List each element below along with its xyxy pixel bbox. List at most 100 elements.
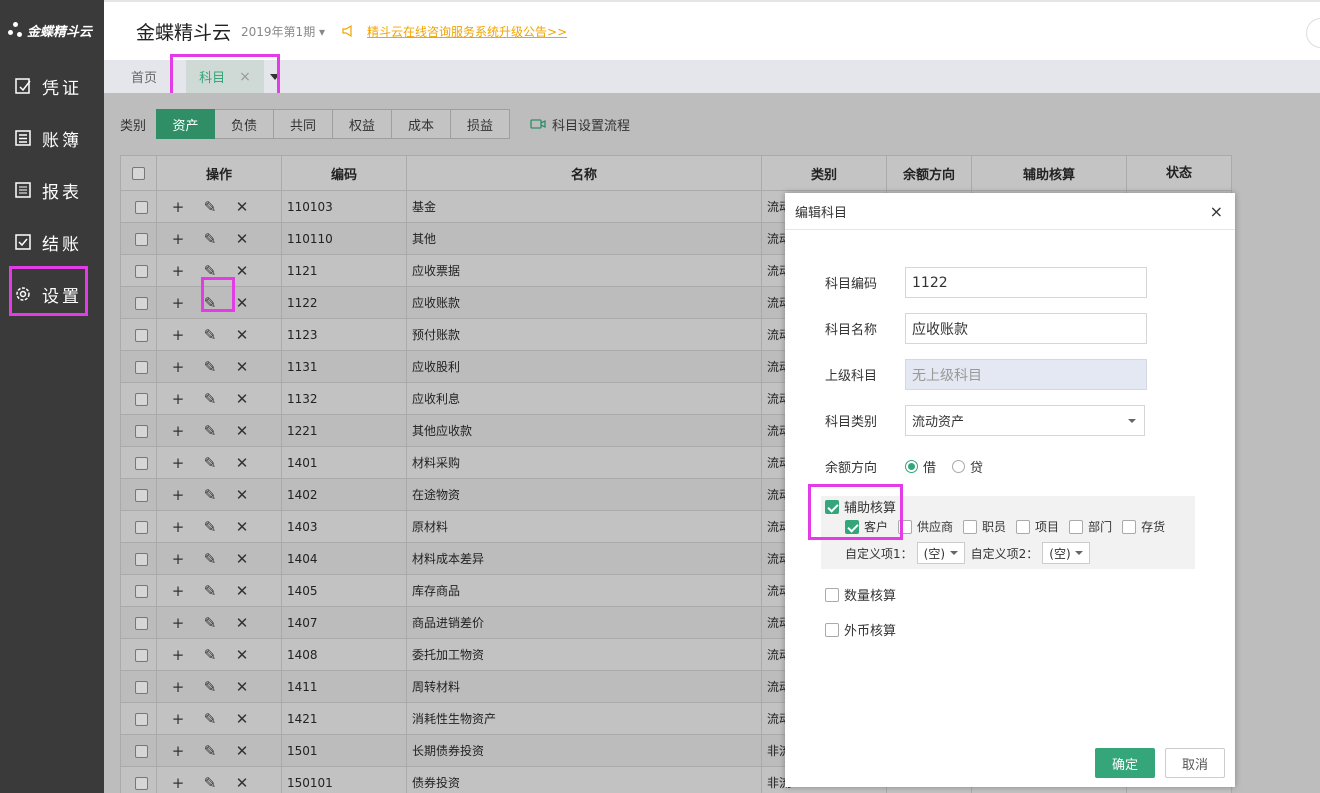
add-icon[interactable]: + xyxy=(162,422,194,440)
custom1-select[interactable]: (空) xyxy=(916,542,965,564)
pencil-icon[interactable]: ✎ xyxy=(194,262,226,280)
add-icon[interactable]: + xyxy=(162,198,194,216)
sidebar-item-ledger[interactable]: 账簿 xyxy=(0,112,104,164)
category-common[interactable]: 共同 xyxy=(274,109,333,139)
pencil-icon[interactable]: ✎ xyxy=(194,678,226,696)
delete-icon[interactable]: ✕ xyxy=(226,262,258,280)
fx-checkbox[interactable]: 外币核算 xyxy=(825,620,896,639)
row-checkbox[interactable] xyxy=(120,414,157,447)
row-checkbox[interactable] xyxy=(120,766,157,793)
row-checkbox[interactable] xyxy=(120,254,157,287)
delete-icon[interactable]: ✕ xyxy=(226,614,258,632)
delete-icon[interactable]: ✕ xyxy=(226,198,258,216)
add-icon[interactable]: + xyxy=(162,742,194,760)
row-checkbox[interactable] xyxy=(120,670,157,703)
code-input[interactable]: 1122 xyxy=(905,267,1147,298)
pencil-icon[interactable]: ✎ xyxy=(194,646,226,664)
add-icon[interactable]: + xyxy=(162,678,194,696)
custom2-select[interactable]: (空) xyxy=(1042,542,1091,564)
add-icon[interactable]: + xyxy=(162,262,194,280)
confirm-button[interactable]: 确定 xyxy=(1095,748,1155,778)
category-asset[interactable]: 资产 xyxy=(156,109,215,139)
select-all-checkbox[interactable] xyxy=(120,155,157,191)
pencil-icon[interactable]: ✎ xyxy=(194,294,226,312)
delete-icon[interactable]: ✕ xyxy=(226,710,258,728)
row-checkbox[interactable] xyxy=(120,350,157,383)
delete-icon[interactable]: ✕ xyxy=(226,518,258,536)
category-liability[interactable]: 负债 xyxy=(215,109,274,139)
add-icon[interactable]: + xyxy=(162,358,194,376)
row-checkbox[interactable] xyxy=(120,446,157,479)
pencil-icon[interactable]: ✎ xyxy=(194,742,226,760)
aux-checkbox[interactable]: 辅助核算 xyxy=(825,497,896,516)
row-checkbox[interactable] xyxy=(120,574,157,607)
sidebar-item-checkout[interactable]: 结账 xyxy=(0,216,104,268)
row-checkbox[interactable] xyxy=(120,222,157,255)
delete-icon[interactable]: ✕ xyxy=(226,486,258,504)
delete-icon[interactable]: ✕ xyxy=(226,422,258,440)
aux-inventory[interactable]: 存货 xyxy=(1122,518,1165,535)
radio-debit[interactable]: 借 xyxy=(905,457,936,476)
aux-project[interactable]: 项目 xyxy=(1016,518,1059,535)
row-checkbox[interactable] xyxy=(120,510,157,543)
delete-icon[interactable]: ✕ xyxy=(226,294,258,312)
aux-department[interactable]: 部门 xyxy=(1069,518,1112,535)
delete-icon[interactable]: ✕ xyxy=(226,742,258,760)
pencil-icon[interactable]: ✎ xyxy=(194,774,226,792)
pencil-icon[interactable]: ✎ xyxy=(194,358,226,376)
row-checkbox[interactable] xyxy=(120,638,157,671)
add-icon[interactable]: + xyxy=(162,774,194,792)
category-equity[interactable]: 权益 xyxy=(333,109,392,139)
row-checkbox[interactable] xyxy=(120,478,157,511)
add-icon[interactable]: + xyxy=(162,582,194,600)
delete-icon[interactable]: ✕ xyxy=(226,774,258,792)
category-cost[interactable]: 成本 xyxy=(392,109,451,139)
tab-subject[interactable]: 科目 × xyxy=(186,60,264,93)
setup-flow-link[interactable]: 科目设置流程 xyxy=(530,115,630,134)
pencil-icon[interactable]: ✎ xyxy=(194,614,226,632)
pencil-icon[interactable]: ✎ xyxy=(194,550,226,568)
pencil-icon[interactable]: ✎ xyxy=(194,518,226,536)
aux-customer[interactable]: 客户 xyxy=(845,518,888,535)
pencil-icon[interactable]: ✎ xyxy=(194,198,226,216)
row-checkbox[interactable] xyxy=(120,286,157,319)
name-input[interactable]: 应收账款 xyxy=(905,313,1147,344)
notice-link[interactable]: 精斗云在线咨询服务系统升级公告>> xyxy=(341,23,567,40)
add-icon[interactable]: + xyxy=(162,230,194,248)
cancel-button[interactable]: 取消 xyxy=(1165,748,1225,778)
aux-employee[interactable]: 职员 xyxy=(963,518,1006,535)
delete-icon[interactable]: ✕ xyxy=(226,678,258,696)
pencil-icon[interactable]: ✎ xyxy=(194,422,226,440)
pencil-icon[interactable]: ✎ xyxy=(194,454,226,472)
pencil-icon[interactable]: ✎ xyxy=(194,582,226,600)
pencil-icon[interactable]: ✎ xyxy=(194,710,226,728)
add-icon[interactable]: + xyxy=(162,454,194,472)
row-checkbox[interactable] xyxy=(120,542,157,575)
close-icon[interactable]: × xyxy=(1210,202,1223,221)
tab-home[interactable]: 首页 xyxy=(104,60,184,93)
row-checkbox[interactable] xyxy=(120,606,157,639)
qty-checkbox[interactable]: 数量核算 xyxy=(825,585,896,604)
row-checkbox[interactable] xyxy=(120,382,157,415)
add-icon[interactable]: + xyxy=(162,614,194,632)
add-icon[interactable]: + xyxy=(162,646,194,664)
pencil-icon[interactable]: ✎ xyxy=(194,486,226,504)
user-avatar[interactable] xyxy=(1306,18,1320,48)
period-selector[interactable]: 2019年第1期 ▾ xyxy=(241,23,325,40)
delete-icon[interactable]: ✕ xyxy=(226,230,258,248)
sidebar-item-report[interactable]: 报表 xyxy=(0,164,104,216)
type-select[interactable]: 流动资产 xyxy=(905,405,1145,436)
delete-icon[interactable]: ✕ xyxy=(226,390,258,408)
add-icon[interactable]: + xyxy=(162,326,194,344)
delete-icon[interactable]: ✕ xyxy=(226,582,258,600)
sidebar-item-settings[interactable]: 设置 xyxy=(0,268,104,320)
add-icon[interactable]: + xyxy=(162,294,194,312)
row-checkbox[interactable] xyxy=(120,190,157,223)
aux-supplier[interactable]: 供应商 xyxy=(898,518,953,535)
row-checkbox[interactable] xyxy=(120,318,157,351)
delete-icon[interactable]: ✕ xyxy=(226,326,258,344)
add-icon[interactable]: + xyxy=(162,486,194,504)
chevron-down-icon[interactable] xyxy=(264,60,286,93)
sidebar-item-voucher[interactable]: 凭证 xyxy=(0,60,104,112)
category-profit-loss[interactable]: 损益 xyxy=(451,109,510,139)
